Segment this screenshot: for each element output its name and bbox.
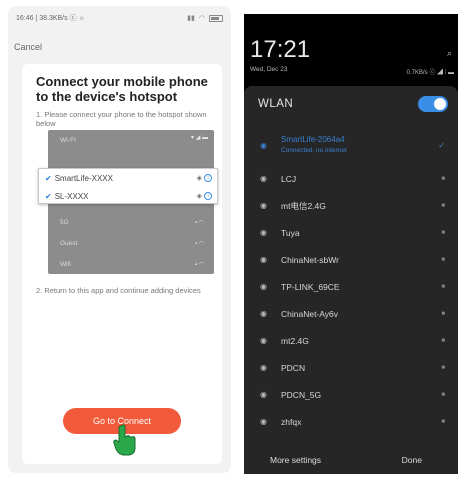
network-name: mt2.4G (281, 335, 309, 346)
check-icon: ✔ (45, 191, 52, 201)
wifi-icon: ◉ (260, 228, 267, 237)
network-item[interactable]: ◉ TP-LINK_69CE ■ (244, 273, 458, 300)
pointing-hand-icon (113, 424, 136, 456)
battery-icon (209, 14, 223, 22)
mock-network-label: 5G (60, 218, 69, 226)
step-2-text: 2. Return to this app and continue addin… (36, 286, 201, 295)
network-item[interactable]: ◉ ChinaNet-sbWr ■ (244, 246, 458, 273)
hotspot-name: SmartLife-XXXX (54, 173, 113, 183)
lock-icon: ■ (441, 391, 445, 398)
network-name: Tuya (281, 227, 300, 238)
wlan-toggle[interactable] (418, 96, 448, 112)
mock-network-row: 5G ▪ ◠ (48, 212, 214, 232)
network-name: mt电信2.4G (281, 200, 326, 211)
network-item[interactable]: ◉ Tuya ■ (244, 219, 458, 246)
signal-icon: ▮▮ (187, 15, 195, 22)
wifi-signal-icon: ◈ i (197, 192, 212, 200)
network-item[interactable]: ◉ mt2.4G ■ (244, 327, 458, 354)
lock-icon: ■ (441, 229, 445, 236)
lock-icon: ▪ ◠ (194, 240, 204, 247)
wifi-icon: ◉ (260, 390, 267, 399)
lock-icon: ■ (441, 418, 445, 425)
mock-status-icons: ▾ ◢ ▬ (191, 135, 208, 141)
network-item[interactable]: ◉ zhfqx ■ (244, 408, 458, 435)
network-name: LCJ (281, 173, 297, 184)
search-icon[interactable]: ⌕ (447, 48, 452, 59)
wlan-title: WLAN (258, 98, 294, 110)
lock-icon: ■ (441, 310, 445, 317)
status-time: 16:46 | 38.3KB/s ⓒ ☼ (16, 15, 85, 22)
wifi-icon: ◉ (260, 174, 267, 183)
mock-network-label: Wifi (60, 260, 71, 268)
lock-icon: ■ (441, 256, 445, 263)
hotspot-list-popup: ✔ SmartLife-XXXX ◈ i ✔ SL-XXXX ◈ i (38, 168, 218, 204)
mock-network-row: Guest ▪ ◠ (48, 233, 214, 253)
wifi-icon: ◉ (260, 309, 267, 318)
hotspot-row: ✔ SmartLife-XXXX ◈ i (39, 169, 217, 187)
date: Wed, Dec 23 (250, 66, 288, 73)
wifi-icon: ◉ (260, 255, 267, 264)
status-icons: ▮▮ ◠ (187, 14, 223, 22)
network-status: Connected, no internet (281, 147, 347, 154)
step-1-text: 1. Please connect your phone to the hots… (36, 110, 207, 128)
network-item[interactable]: ◉ LCJ ■ (244, 165, 458, 192)
wifi-icon: ◉ (260, 201, 267, 210)
network-name: zhfqx (281, 416, 302, 427)
hotspot-row: ✔ SL-XXXX ◈ i (39, 187, 217, 205)
wifi-icon: ◉ (260, 141, 267, 150)
network-item[interactable]: ◉ ChinaNet-Ay6v ■ (244, 300, 458, 327)
lock-icon: ▪ ◠ (194, 219, 204, 226)
more-settings-button[interactable]: More settings (270, 455, 321, 465)
wifi-icon: ◠ (198, 15, 205, 22)
wifi-icon: ◉ (260, 363, 267, 372)
lock-icon: ■ (441, 175, 445, 182)
network-name: SmartLife-2064a4 (281, 135, 345, 144)
page-title: Connect your mobile phone to the device'… (36, 74, 208, 104)
lock-icon: ■ (441, 283, 445, 290)
panel-footer: More settings Done (244, 448, 458, 472)
wifi-icon: ◉ (260, 282, 267, 291)
network-name: ChinaNet-sbWr (281, 254, 339, 265)
lock-icon: ▪ ◠ (194, 261, 204, 268)
network-item-active[interactable]: ◉ SmartLife-2064a4 Connected, no interne… (244, 132, 458, 159)
check-icon: ✓ (438, 141, 445, 150)
network-name: ChinaNet-Ay6v (281, 308, 339, 319)
mock-header-label: WI-FI (60, 136, 76, 144)
network-item[interactable]: ◉ PDCN ■ (244, 354, 458, 381)
done-button[interactable]: Done (402, 455, 422, 465)
wifi-icon: ◉ (260, 417, 267, 426)
network-name: TP-LINK_69CE (281, 281, 340, 292)
clock: 17:21 (250, 36, 311, 63)
check-icon: ✔ (45, 173, 52, 183)
wifi-icon: ◉ (260, 336, 267, 345)
right-phone-screen: 17:21 ⌕ Wed, Dec 23 0.7KB/s ⓒ ◢ ⁞ ▬ WLAN… (244, 14, 458, 474)
wlan-panel: WLAN ◉ SmartLife-2064a4 Connected, no in… (244, 86, 458, 474)
instruction-card: Connect your mobile phone to the device'… (22, 64, 222, 464)
info-icon: i (204, 192, 212, 200)
network-item[interactable]: ◉ mt电信2.4G ■ (244, 192, 458, 219)
status-bar-icons: 0.7KB/s ⓒ ◢ ⁞ ▬ (406, 70, 454, 76)
left-phone-screen: 16:46 | 38.3KB/s ⓒ ☼ ▮▮ ◠ Cancel Connect… (8, 6, 231, 473)
network-item[interactable]: ◉ PDCN_5G ■ (244, 381, 458, 408)
cancel-button[interactable]: Cancel (14, 42, 42, 52)
status-bar: 16:46 | 38.3KB/s ⓒ ☼ ▮▮ ◠ (8, 6, 231, 30)
hotspot-name: SL-XXXX (54, 191, 89, 201)
mock-wifi-header: WI-FI (48, 130, 214, 150)
wifi-signal-icon: ◈ i (197, 174, 212, 182)
lock-icon: ■ (441, 202, 445, 209)
network-name: PDCN (281, 362, 306, 373)
network-name: PDCN_5G (281, 389, 322, 400)
mock-network-row: Wifi ▪ ◠ (48, 254, 214, 274)
lock-icon: ■ (441, 337, 445, 344)
lock-icon: ■ (441, 364, 445, 371)
mock-network-label: Guest (60, 239, 78, 247)
info-icon: i (204, 174, 212, 182)
